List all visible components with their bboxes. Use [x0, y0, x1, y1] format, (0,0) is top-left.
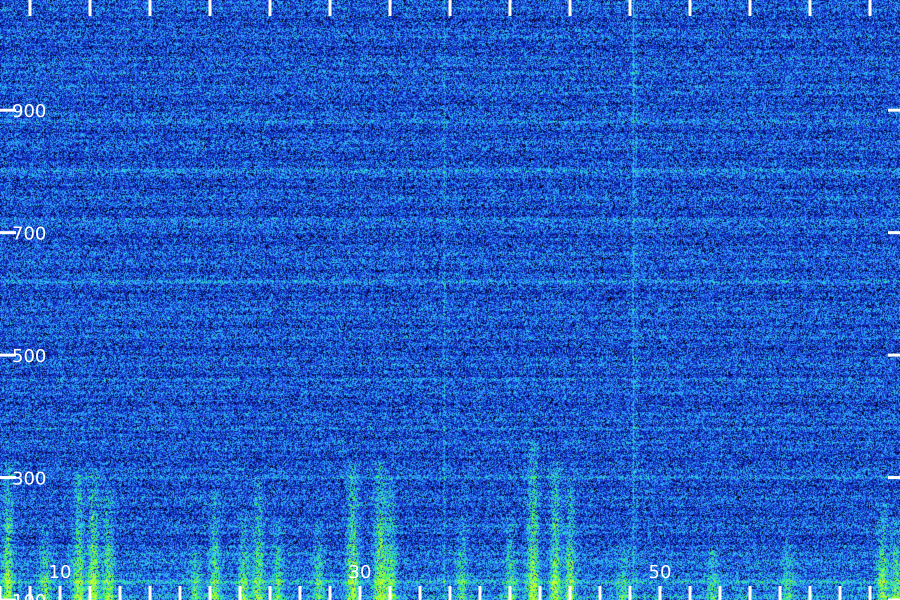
- spectrogram-heatmap: [0, 0, 900, 600]
- spectrogram-chart: 103050100300500700900: [0, 0, 900, 600]
